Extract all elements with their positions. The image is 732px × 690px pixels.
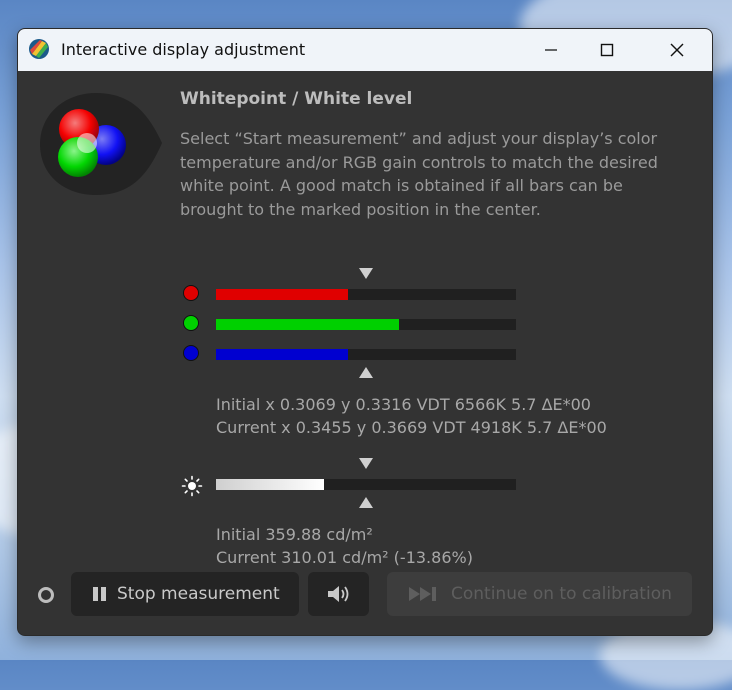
luminance-fill <box>216 479 324 490</box>
pause-icon <box>93 587 106 601</box>
window-title: Interactive display adjustment <box>61 40 306 59</box>
target-marker-bottom <box>359 367 373 378</box>
whitepoint-current: Current x 0.3455 y 0.3669 VDT 4918K 5.7 … <box>216 418 607 437</box>
measurement-status-indicator <box>38 587 54 603</box>
title-bar: Interactive display adjustment <box>18 29 712 71</box>
maximize-button[interactable] <box>584 29 630 71</box>
blue-channel-fill <box>216 349 348 360</box>
stop-measurement-label: Stop measurement <box>117 584 280 604</box>
minimize-icon <box>545 49 557 51</box>
speaker-icon <box>327 586 348 602</box>
section-heading: Whitepoint / White level <box>180 89 413 109</box>
red-channel-dot <box>183 285 199 301</box>
rgb-whitepoint-logo-icon <box>40 93 162 195</box>
sound-toggle-button[interactable] <box>308 572 369 616</box>
close-button[interactable] <box>654 29 700 71</box>
luminance-bar <box>216 479 516 490</box>
luminance-marker-bottom <box>359 497 373 508</box>
red-channel-fill <box>216 289 348 300</box>
luminance-current: Current 310.01 cd/m² (-13.86%) <box>216 548 473 567</box>
maximize-icon <box>600 43 614 57</box>
brightness-icon <box>181 475 203 497</box>
luminance-marker-top <box>359 458 373 469</box>
red-channel-bar <box>216 289 516 300</box>
stop-measurement-button[interactable]: Stop measurement <box>71 572 299 616</box>
green-channel-dot <box>183 315 199 331</box>
blue-channel-dot <box>183 345 199 361</box>
adjustment-window: Interactive display adjustment Whitepoin… <box>17 28 713 636</box>
luminance-initial: Initial 359.88 cd/m² <box>216 525 373 544</box>
green-channel-bar <box>216 319 516 330</box>
minimize-button[interactable] <box>528 29 574 71</box>
content-area: Whitepoint / White level Select “Start m… <box>18 71 712 635</box>
close-icon <box>670 43 684 57</box>
green-channel-fill <box>216 319 399 330</box>
blue-channel-bar <box>216 349 516 360</box>
continue-calibration-label: Continue on to calibration <box>451 584 672 604</box>
app-logo-icon <box>29 39 49 59</box>
skip-forward-icon <box>409 587 436 601</box>
target-marker-top <box>359 268 373 279</box>
continue-calibration-button[interactable]: Continue on to calibration <box>387 572 692 616</box>
whitepoint-initial: Initial x 0.3069 y 0.3316 VDT 6566K 5.7 … <box>216 395 591 414</box>
instructions-text: Select “Start measurement” and adjust yo… <box>180 129 658 219</box>
